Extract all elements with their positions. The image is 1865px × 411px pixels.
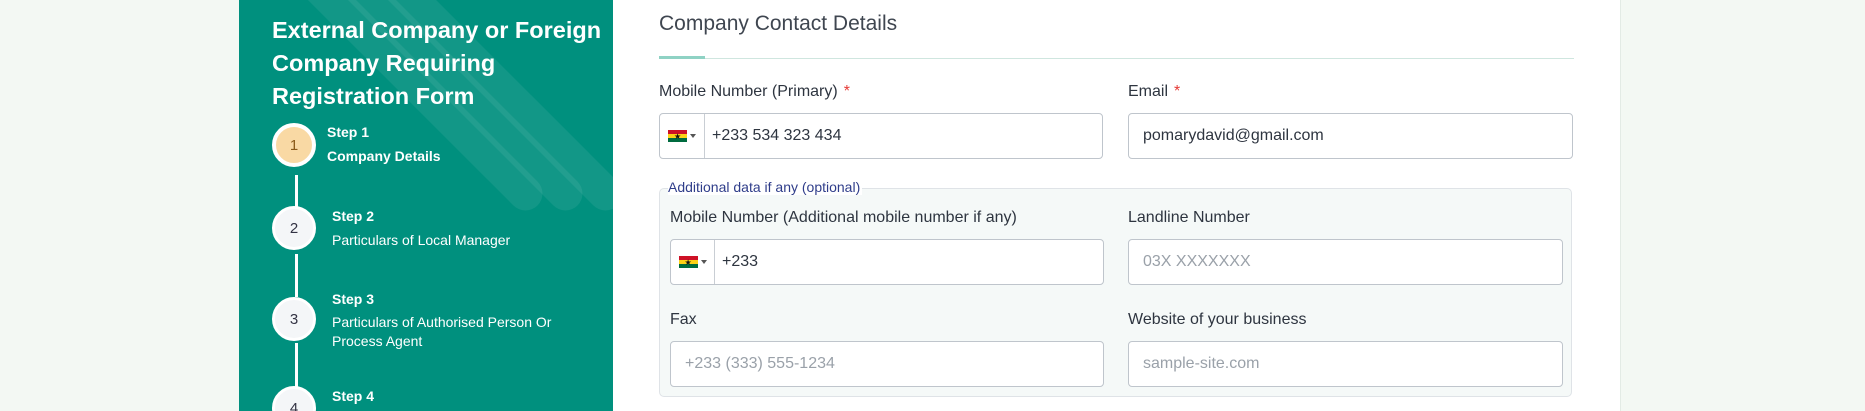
step-name: Particulars of Authorised Person Or Proc…: [332, 314, 552, 349]
fax-label: Fax: [670, 311, 697, 328]
steps-sidebar: External Company or Foreign Company Requ…: [239, 0, 613, 411]
caret-down-icon: [690, 134, 696, 138]
landline-input[interactable]: [1143, 240, 1552, 284]
landline-field: [1128, 239, 1563, 285]
mobile-primary-label: Mobile Number (Primary) *: [659, 83, 850, 101]
step-label: Step 2: [332, 208, 375, 224]
website-input[interactable]: [1143, 342, 1552, 386]
step-connector: [295, 254, 298, 297]
mobile-additional-input[interactable]: [722, 240, 1093, 284]
email-label: Email *: [1128, 83, 1180, 101]
mobile-primary-input[interactable]: [712, 114, 1092, 158]
step-label: Step 3: [332, 291, 375, 307]
title-accent: [659, 56, 705, 59]
ghana-flag-icon: ★: [668, 129, 687, 143]
step-number-badge: 1: [272, 123, 316, 167]
step-connector: [295, 175, 298, 208]
email-field: [1128, 113, 1573, 159]
title-divider: [659, 58, 1574, 59]
email-label-text: Email: [1128, 83, 1169, 100]
required-marker: *: [843, 83, 850, 100]
step-number-badge: 3: [272, 297, 316, 341]
required-marker: *: [1174, 83, 1181, 100]
mobile-additional-field: ★: [670, 239, 1104, 285]
step-number-badge: 4: [272, 386, 316, 411]
step-number-badge: 2: [272, 206, 316, 250]
mobile-primary-field: ★: [659, 113, 1103, 159]
website-field: [1128, 341, 1563, 387]
mobile-additional-label: Mobile Number (Additional mobile number …: [670, 209, 1017, 226]
country-selector[interactable]: ★: [660, 114, 705, 158]
step-label: Step 4: [332, 388, 375, 404]
step-connector: [295, 343, 298, 388]
step-name: Company Details: [327, 148, 441, 164]
country-selector[interactable]: ★: [671, 240, 715, 284]
step-name: Particulars of Local Manager: [332, 232, 511, 248]
landline-label: Landline Number: [1128, 209, 1250, 226]
caret-down-icon: [700, 260, 707, 264]
step-label: Step 1: [327, 124, 370, 140]
fax-input[interactable]: [685, 342, 1093, 386]
form-title: External Company or Foreign Company Requ…: [272, 17, 602, 109]
mobile-primary-label-text: Mobile Number (Primary): [659, 83, 838, 100]
section-title: Company Contact Details: [659, 12, 898, 35]
registration-card: External Company or Foreign Company Requ…: [239, 0, 1621, 411]
fax-field: [670, 341, 1104, 387]
website-label: Website of your business: [1128, 311, 1307, 328]
ghana-flag-icon: ★: [678, 255, 698, 269]
additional-data-legend: Additional data if any (optional): [668, 179, 863, 195]
email-input[interactable]: [1143, 114, 1562, 158]
